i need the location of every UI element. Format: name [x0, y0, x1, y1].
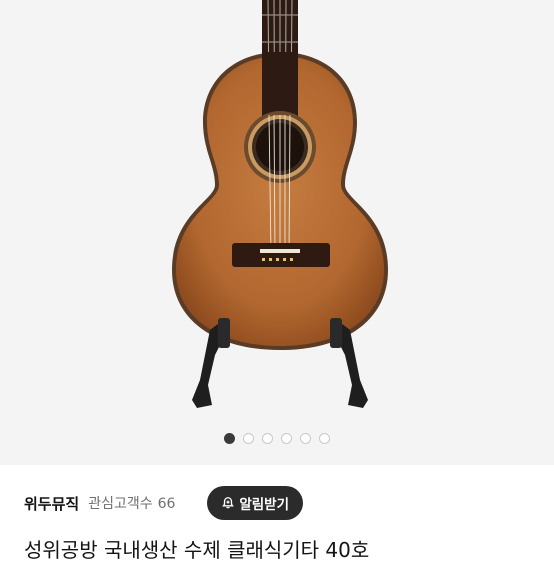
- follow-notify-button[interactable]: 알림받기: [207, 486, 303, 520]
- carousel-dot-6[interactable]: [319, 433, 330, 444]
- follow-button-label: 알림받기: [239, 497, 289, 513]
- product-image-carousel[interactable]: [0, 0, 554, 465]
- seller-row: 위두뮤직 관심고객수 66 알림받기: [24, 486, 530, 520]
- carousel-dot-1[interactable]: [224, 433, 235, 444]
- carousel-indicator: [0, 433, 554, 447]
- carousel-dot-2[interactable]: [243, 433, 254, 444]
- seller-name[interactable]: 위두뮤직: [24, 493, 79, 514]
- carousel-dot-5[interactable]: [300, 433, 311, 444]
- carousel-dot-3[interactable]: [262, 433, 273, 444]
- followers-label: 관심고객수: [88, 496, 153, 512]
- listing-title: 성위공방 국내생산 수제 클래식기타 40호: [24, 538, 370, 562]
- carousel-dot-4[interactable]: [281, 433, 292, 444]
- followers-info: 관심고객수 66: [88, 493, 175, 513]
- followers-count: 66: [157, 496, 176, 512]
- guitar-image: [172, 0, 388, 408]
- bell-plus-icon: [222, 497, 235, 509]
